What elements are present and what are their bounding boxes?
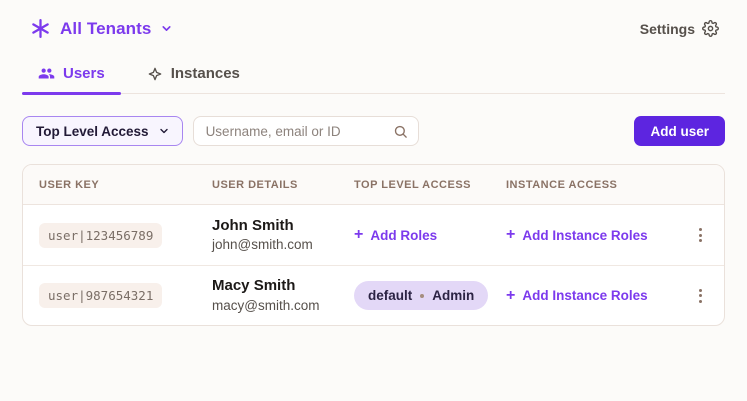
user-details-cell: Macy Smith macy@smith.com [196,276,338,314]
asterisk-logo-icon [30,18,51,39]
user-key-cell: user|123456789 [23,222,196,248]
dot-separator-icon [420,293,425,298]
add-instance-roles-button[interactable]: + Add Instance Roles [506,286,648,304]
search-box [192,116,419,146]
user-name: John Smith [212,216,294,234]
search-icon [393,124,408,139]
settings-label: Settings [639,20,695,37]
user-key-chip: user|987654321 [39,283,163,308]
table-header-row: USER KEY USER DETAILS TOP LEVEL ACCESS I… [23,165,724,205]
role-badge-scope: default [368,288,413,303]
kebab-menu-icon[interactable] [693,222,708,248]
top-level-access-cell: + Add Roles [338,226,490,244]
user-key-chip: user|123456789 [39,222,163,248]
add-user-button[interactable]: Add user [634,116,725,146]
tab-instances[interactable]: Instances [131,65,256,93]
tab-bar: Users Instances [22,65,725,95]
top-level-access-filter-dropdown[interactable]: Top Level Access [22,116,183,146]
user-email: macy@smith.com [212,297,320,313]
search-input[interactable] [205,123,393,139]
kebab-menu-icon[interactable] [693,283,708,309]
instance-access-cell: + Add Instance Roles [490,226,676,244]
add-roles-label: Add Roles [370,227,438,243]
table-row: user|987654321 Macy Smith macy@smith.com… [23,265,724,325]
add-instance-roles-button[interactable]: + Add Instance Roles [506,227,648,243]
add-instance-roles-label: Add Instance Roles [522,227,648,243]
row-actions-cell [676,283,724,309]
column-header-user-key: USER KEY [39,178,100,191]
tenant-selector[interactable]: All Tenants [30,18,173,39]
users-table: USER KEY USER DETAILS TOP LEVEL ACCESS I… [22,164,725,326]
plus-icon: + [506,286,516,304]
plus-icon: + [506,226,516,243]
app-header: All Tenants Settings [0,0,747,39]
sparkle-icon [147,66,163,82]
column-header-top-level-access: TOP LEVEL ACCESS [354,178,472,191]
row-actions-cell [676,222,724,248]
settings-button[interactable]: Settings [640,20,719,37]
toolbar: Top Level Access Add user [22,116,725,146]
plus-icon: + [354,226,364,243]
filter-label: Top Level Access [36,123,149,139]
column-header-user-details: USER DETAILS [212,178,298,191]
tab-users[interactable]: Users [22,65,121,95]
role-badge[interactable]: default Admin [354,281,489,310]
add-roles-button[interactable]: + Add Roles [354,227,437,243]
tenant-selector-label: All Tenants [60,18,152,38]
user-key-cell: user|987654321 [23,283,196,308]
role-badge-role: Admin [432,288,475,303]
user-name: Macy Smith [212,277,296,295]
column-header-instance-access: INSTANCE ACCESS [506,178,618,191]
chevron-down-icon [160,22,173,35]
users-icon [38,65,55,82]
tab-users-label: Users [63,65,105,82]
instance-access-cell: + Add Instance Roles [490,287,676,305]
tab-instances-label: Instances [170,65,240,82]
top-level-access-cell: default Admin [338,281,490,310]
add-instance-roles-label: Add Instance Roles [522,288,648,303]
table-row: user|123456789 John Smith john@smith.com… [23,205,724,265]
chevron-down-icon [158,125,170,137]
gear-icon [702,20,719,37]
user-email: john@smith.com [212,237,313,253]
user-details-cell: John Smith john@smith.com [196,216,338,254]
